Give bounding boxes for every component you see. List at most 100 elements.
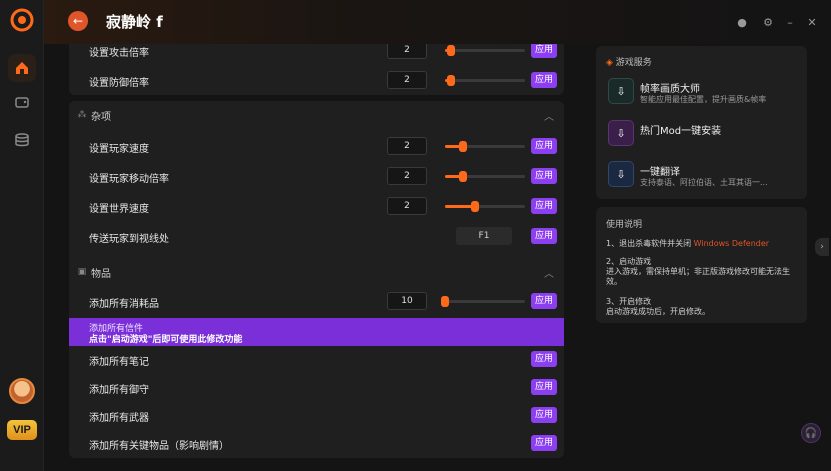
slider-thumb[interactable] [447,45,456,56]
hotkey-field[interactable]: F1 [456,227,512,245]
nav-home[interactable] [8,54,36,82]
panel-title-text: 游戏服务 [615,58,652,68]
slider[interactable] [445,141,525,152]
section-title: 物品 [91,268,111,280]
download-icon: ⇩ [608,120,634,146]
apply-button[interactable]: 应用 [531,138,557,154]
row-notes: 添加所有笔记 应用 [69,344,564,374]
download-icon: ⇩ [608,78,634,104]
apply-button[interactable]: 应用 [531,168,557,184]
apply-button[interactable]: 应用 [531,293,557,309]
slider[interactable] [445,201,525,212]
service-mod-install[interactable]: ⇩ 热门Mod一键安装 [608,120,803,152]
chevron-right-icon[interactable]: › [815,238,829,256]
service-subtitle: 支持泰语、阿拉伯语、土耳其语一... [640,178,768,187]
section-header[interactable]: ▣ 物品 ︿ [69,258,564,286]
apply-button[interactable]: 应用 [531,72,557,88]
service-title: 热门Mod一键安装 [640,126,722,137]
row-teleport: 传送玩家到视线处 F1 应用 [69,221,564,251]
apply-button[interactable]: 应用 [531,228,557,244]
section-header[interactable]: ⁂ 杂项 ︿ [69,101,564,129]
row-consumables: 添加所有消耗品 10 应用 [69,286,564,316]
guide-step-2-body: 进入游戏，需保持单机；非正版游戏修改可能无法生效。 [606,267,790,286]
nav-storage[interactable] [8,126,36,154]
value-input[interactable]: 2 [387,137,427,155]
avatar[interactable] [9,378,35,404]
headset-icon[interactable]: 🎧 [801,423,821,443]
arrow-left-icon: ← [72,14,84,28]
row-label: 添加所有消耗品 [89,299,159,310]
apply-button[interactable]: 应用 [531,198,557,214]
value-input[interactable]: 2 [387,197,427,215]
slider[interactable] [445,171,525,182]
value-input[interactable]: 2 [387,71,427,89]
app-logo-icon [10,8,34,32]
slider-thumb[interactable] [441,296,449,307]
slider-thumb[interactable] [447,75,456,86]
value-input[interactable]: 2 [387,167,427,185]
guide-step-1: 1、退出杀毒软件并关闭 Windows Defender [606,239,801,249]
row-label: 设置世界速度 [89,204,149,215]
nav-games[interactable] [8,88,36,116]
row-weapons: 添加所有武器 应用 [69,400,564,430]
package-icon: ◈ [606,58,613,68]
box-icon: ▣ [77,267,87,277]
left-rail: VIP [0,0,44,471]
apply-button[interactable]: 应用 [531,351,557,367]
guide-step-3: 3、开启修改 启动游戏成功后，开启修改。 [606,297,801,317]
home-icon [16,62,28,74]
row-label: 添加所有笔记 [89,357,149,368]
apply-button[interactable]: 应用 [531,379,557,395]
row-label: 设置玩家速度 [89,144,149,155]
row-label: 设置玩家移动倍率 [89,174,169,185]
value-input[interactable]: 10 [387,292,427,310]
value-input[interactable]: 2 [387,44,427,59]
minimize-icon[interactable]: – [782,14,798,30]
page-title: 寂静岭 f [106,13,163,31]
row-charms: 添加所有御守 应用 [69,372,564,402]
section-title: 杂项 [91,111,111,123]
game-services-panel: ◈ 游戏服务 ⇩ 帧率画质大师 智能应用最佳配置，提升画质&帧率 ⇩ 热门Mod… [596,46,807,199]
guide-step-3-body: 启动游戏成功后，开启修改。 [606,307,710,316]
gamepad-icon [15,97,29,108]
vip-badge[interactable]: VIP [7,420,37,440]
slider[interactable] [445,75,525,86]
guide-step-3-title: 3、开启修改 [606,297,652,306]
slider-thumb[interactable] [458,171,467,182]
apply-button[interactable]: 应用 [531,435,557,451]
back-button[interactable]: ← [68,11,88,31]
service-title: 一键翻译 [640,167,680,178]
slider-thumb[interactable] [471,201,480,212]
service-translate[interactable]: ⇩ 一键翻译 支持泰语、阿拉伯语、土耳其语一... [608,161,803,193]
row-key-items: 添加所有关键物品（影响剧情） 应用 [69,428,564,458]
guide-step-2: 2、启动游戏 进入游戏，需保持单机；非正版游戏修改可能无法生效。 [606,257,801,287]
settings-icon[interactable]: ⚙ [760,14,776,30]
usage-guide-panel: 使用说明 1、退出杀毒软件并关闭 Windows Defender 2、启动游戏… [596,207,807,323]
panel-title: 使用说明 [606,220,643,230]
chevron-up-icon[interactable]: ︿ [544,108,554,123]
locked-notice: 添加所有信件 点击"启动游戏"后即可使用此修改功能 [69,318,564,346]
apply-button[interactable]: 应用 [531,407,557,423]
slider[interactable] [445,45,525,56]
row-attack-multiplier: 设置攻击倍率 2 应用 [69,44,564,65]
theme-toggle-icon[interactable]: ● [734,14,750,30]
row-defense-multiplier: 设置防御倍率 2 应用 [69,65,564,95]
row-label: 添加所有武器 [89,413,149,424]
panel-title: ◈ 游戏服务 [606,55,652,68]
guide-step-2-title: 2、启动游戏 [606,257,652,266]
service-fps-master[interactable]: ⇩ 帧率画质大师 智能应用最佳配置，提升画质&帧率 [608,78,803,110]
slider[interactable] [441,296,525,307]
guide-step-1-highlight: Windows Defender [693,239,770,248]
cheat-list: 设置攻击倍率 2 应用 设置防御倍率 2 应用 ⁂ 杂项 ︿ 设置玩家速度 2 … [69,44,564,471]
slider-thumb[interactable] [458,141,467,152]
close-icon[interactable]: ✕ [804,14,820,30]
row-label: 传送玩家到视线处 [89,234,169,245]
chevron-up-icon[interactable]: ︿ [544,265,554,280]
grid-icon: ⁂ [77,110,87,120]
top-bar: ← 寂静岭 f ● ⚙ – ✕ [44,0,831,44]
apply-button[interactable]: 应用 [531,44,557,58]
guide-step-1-text: 1、退出杀毒软件并关闭 [606,239,694,248]
download-icon: ⇩ [608,161,634,187]
service-title: 帧率画质大师 [640,84,700,95]
database-icon [15,133,29,147]
